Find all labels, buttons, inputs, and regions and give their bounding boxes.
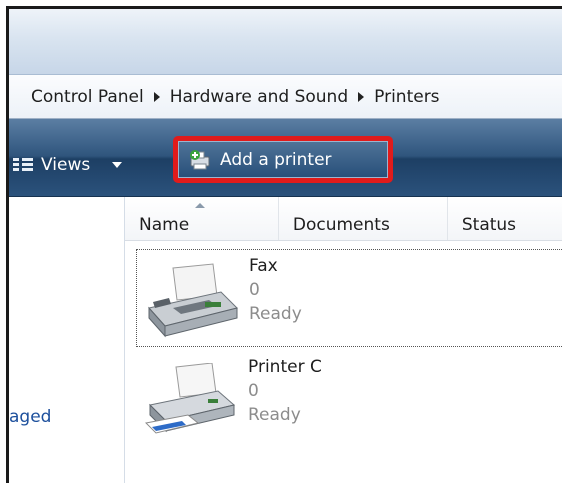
list-item-fax[interactable]: Fax 0 Ready: [136, 249, 562, 347]
item-documents: 0: [248, 381, 259, 401]
column-name-label: Name: [139, 215, 190, 235]
breadcrumb-printers[interactable]: Printers: [374, 87, 439, 107]
column-header-row: Name Documents Status: [125, 197, 562, 241]
column-status[interactable]: Status: [448, 197, 562, 240]
column-name[interactable]: Name: [125, 197, 279, 240]
fax-icon: [148, 263, 238, 338]
list-item-printer-c[interactable]: Printer C 0 Ready: [136, 351, 562, 449]
item-status: Ready: [249, 304, 302, 324]
breadcrumb-arrow-icon[interactable]: [358, 91, 365, 102]
column-status-label: Status: [461, 215, 517, 235]
item-name: Fax: [249, 256, 278, 276]
add-printer-label: Add a printer: [220, 149, 332, 170]
printer-icon: [144, 363, 236, 434]
views-label: Views: [41, 155, 91, 175]
views-button[interactable]: Views: [13, 152, 123, 178]
chevron-down-icon[interactable]: [112, 162, 123, 168]
column-documents[interactable]: Documents: [279, 197, 448, 240]
add-printer-icon: [190, 149, 210, 169]
views-icon: [13, 157, 33, 173]
title-bar: [9, 9, 562, 75]
breadcrumb-control-panel[interactable]: Control Panel: [31, 87, 144, 107]
item-name: Printer C: [248, 357, 322, 377]
item-status: Ready: [248, 405, 301, 425]
nav-link-partial[interactable]: aged: [9, 407, 51, 427]
breadcrumb-arrow-icon[interactable]: [153, 91, 160, 102]
navigation-pane: aged: [9, 197, 125, 483]
explorer-window: Control Panel Hardware and Sound Printer…: [6, 6, 562, 483]
breadcrumb-hardware-and-sound[interactable]: Hardware and Sound: [170, 87, 348, 107]
sort-ascending-icon: [195, 203, 205, 208]
add-printer-button[interactable]: Add a printer: [178, 141, 388, 178]
add-printer-highlight: Add a printer: [173, 136, 393, 183]
item-documents: 0: [249, 280, 260, 300]
address-bar[interactable]: Control Panel Hardware and Sound Printer…: [9, 75, 562, 119]
column-documents-label: Documents: [292, 215, 390, 235]
command-toolbar: Views Add a printer: [9, 119, 562, 197]
